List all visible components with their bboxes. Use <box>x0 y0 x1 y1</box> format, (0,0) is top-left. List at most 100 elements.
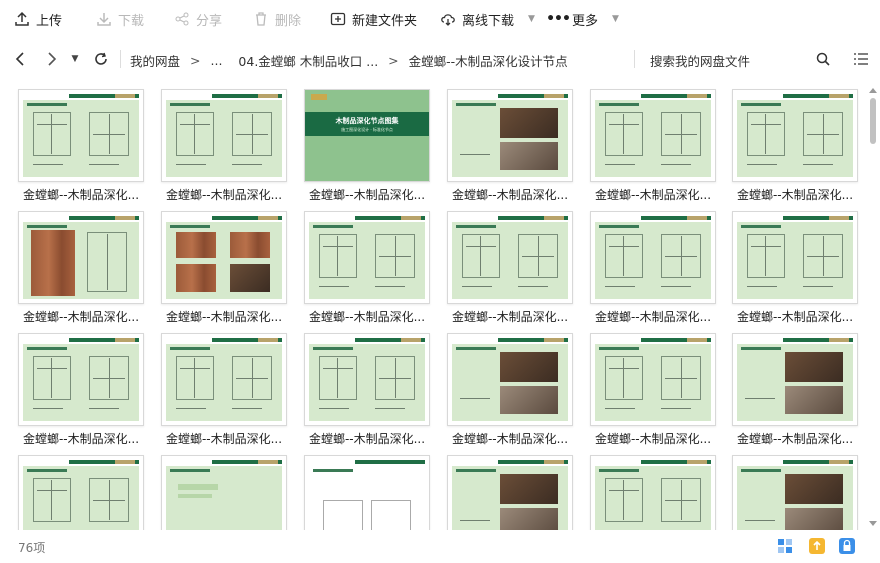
file-name[interactable]: 金螳螂--木制品深化... <box>18 430 144 447</box>
file-name[interactable]: 金螳螂--木制品深化... <box>304 308 430 325</box>
page-preview <box>309 460 425 530</box>
file-thumbnail[interactable] <box>304 211 430 304</box>
file-tile[interactable]: 金螳螂--木制品深化... <box>590 333 716 447</box>
file-name[interactable]: 金螳螂--木制品深化... <box>732 308 858 325</box>
scroll-down-arrow[interactable] <box>869 521 877 526</box>
item-count: 76项 <box>18 541 46 555</box>
breadcrumb-ellipsis[interactable]: ... <box>211 53 223 68</box>
file-thumbnail[interactable] <box>447 333 573 426</box>
scroll-thumb[interactable] <box>870 98 876 144</box>
file-thumbnail[interactable] <box>590 89 716 182</box>
file-name[interactable]: 金螳螂--木制品深化... <box>590 308 716 325</box>
file-tile[interactable]: 金螳螂--木制品深化... <box>18 211 144 325</box>
file-name[interactable]: 金螳螂--木制品深化... <box>161 430 287 447</box>
back-button[interactable] <box>10 48 32 70</box>
delete-button[interactable]: 删除 <box>253 0 330 38</box>
file-tile[interactable]: 金螳螂--木制品深化... <box>447 89 573 203</box>
file-tile[interactable]: 金螳螂--木制品深化... <box>732 333 858 447</box>
file-tile[interactable]: 金螳螂--木制品深化... <box>18 333 144 447</box>
file-name[interactable]: 金螳螂--木制品深化... <box>447 186 573 203</box>
refresh-button[interactable] <box>90 48 112 70</box>
forward-button[interactable] <box>40 48 62 70</box>
share-button[interactable]: 分享 <box>174 0 253 38</box>
file-thumbnail[interactable] <box>732 211 858 304</box>
breadcrumb-root[interactable]: 我的网盘 <box>130 51 180 70</box>
file-tile[interactable]: 金螳螂--木制品深化... <box>590 455 716 530</box>
offline-download-button[interactable]: 离线下载 ▼ <box>440 0 550 38</box>
new-folder-button[interactable]: 新建文件夹 <box>330 0 440 38</box>
file-tile[interactable]: 金螳螂--木制品深化... <box>304 455 430 530</box>
file-thumbnail[interactable] <box>304 333 430 426</box>
file-thumbnail[interactable] <box>18 89 144 182</box>
view-mode-icon[interactable] <box>776 537 794 555</box>
file-name[interactable]: 金螳螂--木制品深化... <box>732 186 858 203</box>
file-tile[interactable]: 金螳螂--木制品深化... <box>161 333 287 447</box>
share-icon <box>174 11 190 27</box>
cover-title: 木制品深化节点图集 <box>335 117 399 125</box>
breadcrumb-folder[interactable]: 04.金螳螂 木制品收口 ... <box>238 51 378 70</box>
file-name[interactable]: 金螳螂--木制品深化... <box>161 308 287 325</box>
file-thumbnail[interactable] <box>732 89 858 182</box>
chevron-right-icon <box>48 52 57 66</box>
file-tile[interactable]: 金螳螂--木制品深化... <box>447 333 573 447</box>
scroll-up-arrow[interactable] <box>869 88 877 93</box>
file-thumbnail[interactable] <box>161 89 287 182</box>
file-thumbnail[interactable] <box>18 333 144 426</box>
file-thumbnail[interactable] <box>447 211 573 304</box>
file-tile[interactable]: 金螳螂--木制品深化... <box>447 455 573 530</box>
file-thumbnail[interactable] <box>18 211 144 304</box>
file-tile[interactable]: 金螳螂--木制品深化... <box>18 455 144 530</box>
file-thumbnail[interactable] <box>447 455 573 530</box>
file-thumbnail[interactable] <box>447 89 573 182</box>
file-thumbnail[interactable] <box>732 455 858 530</box>
history-dropdown-button[interactable]: ▼ <box>64 48 86 70</box>
file-tile[interactable]: 金螳螂--木制品深化... <box>304 333 430 447</box>
file-name[interactable]: 金螳螂--木制品深化... <box>590 430 716 447</box>
transfer-upload-icon[interactable] <box>808 537 826 555</box>
vertical-scrollbar[interactable] <box>868 88 878 526</box>
file-thumbnail[interactable] <box>18 455 144 530</box>
file-tile[interactable]: 金螳螂--木制品深化... <box>590 211 716 325</box>
file-tile[interactable]: 金螳螂--木制品深化... <box>161 211 287 325</box>
download-button[interactable]: 下载 <box>96 0 174 38</box>
file-thumbnail[interactable] <box>590 211 716 304</box>
list-view-button[interactable] <box>850 48 872 70</box>
file-thumbnail[interactable] <box>732 333 858 426</box>
file-thumbnail[interactable]: 木制品深化节点图集 施工图深化设计 · 标准化节点 <box>304 89 430 182</box>
file-thumbnail[interactable] <box>161 211 287 304</box>
file-tile[interactable]: 金螳螂--木制品深化... <box>732 89 858 203</box>
file-thumbnail[interactable] <box>161 333 287 426</box>
status-bar: 76项 <box>0 530 880 563</box>
upload-button[interactable]: 上传 <box>14 0 96 38</box>
search-button[interactable] <box>812 48 834 70</box>
file-name[interactable]: 金螳螂--木制品深化... <box>447 308 573 325</box>
chevron-down-icon[interactable]: ▼ <box>612 14 619 24</box>
cover-subtitle: 施工图深化设计 · 标准化节点 <box>341 127 393 132</box>
chevron-down-icon[interactable]: ▼ <box>528 14 535 24</box>
file-thumbnail[interactable] <box>304 455 430 530</box>
file-thumbnail[interactable] <box>590 455 716 530</box>
file-name[interactable]: 金螳螂--木制品深化... <box>18 308 144 325</box>
file-name[interactable]: 金螳螂--木制品深化... <box>732 430 858 447</box>
file-thumbnail[interactable] <box>161 455 287 530</box>
file-tile[interactable]: 金螳螂--木制品深化... <box>732 455 858 530</box>
file-tile[interactable]: 金螳螂--木制品深化... <box>161 89 287 203</box>
file-tile[interactable]: 金螳螂--木制品深化... <box>18 89 144 203</box>
file-tile[interactable]: 金螳螂--木制品深化... <box>590 89 716 203</box>
cloud-download-icon <box>440 11 456 27</box>
file-tile[interactable]: 金螳螂--木制品深化... <box>304 211 430 325</box>
file-tile[interactable]: 木制品深化节点图集 施工图深化设计 · 标准化节点金螳螂--木制品深化... <box>304 89 430 203</box>
file-name[interactable]: 金螳螂--木制品深化... <box>304 186 430 203</box>
file-name[interactable]: 金螳螂--木制品深化... <box>447 430 573 447</box>
file-thumbnail[interactable] <box>590 333 716 426</box>
file-name[interactable]: 金螳螂--木制品深化... <box>304 430 430 447</box>
file-name[interactable]: 金螳螂--木制品深化... <box>18 186 144 203</box>
file-tile[interactable]: 金螳螂--木制品深化... <box>161 455 287 530</box>
file-tile[interactable]: 金螳螂--木制品深化... <box>447 211 573 325</box>
breadcrumb-current[interactable]: 金螳螂--木制品深化设计节点 <box>409 51 568 70</box>
file-name[interactable]: 金螳螂--木制品深化... <box>161 186 287 203</box>
file-name[interactable]: 金螳螂--木制品深化... <box>590 186 716 203</box>
more-button[interactable]: ••• 更多 ▼ <box>546 0 630 38</box>
file-tile[interactable]: 金螳螂--木制品深化... <box>732 211 858 325</box>
lock-icon[interactable] <box>838 537 856 555</box>
